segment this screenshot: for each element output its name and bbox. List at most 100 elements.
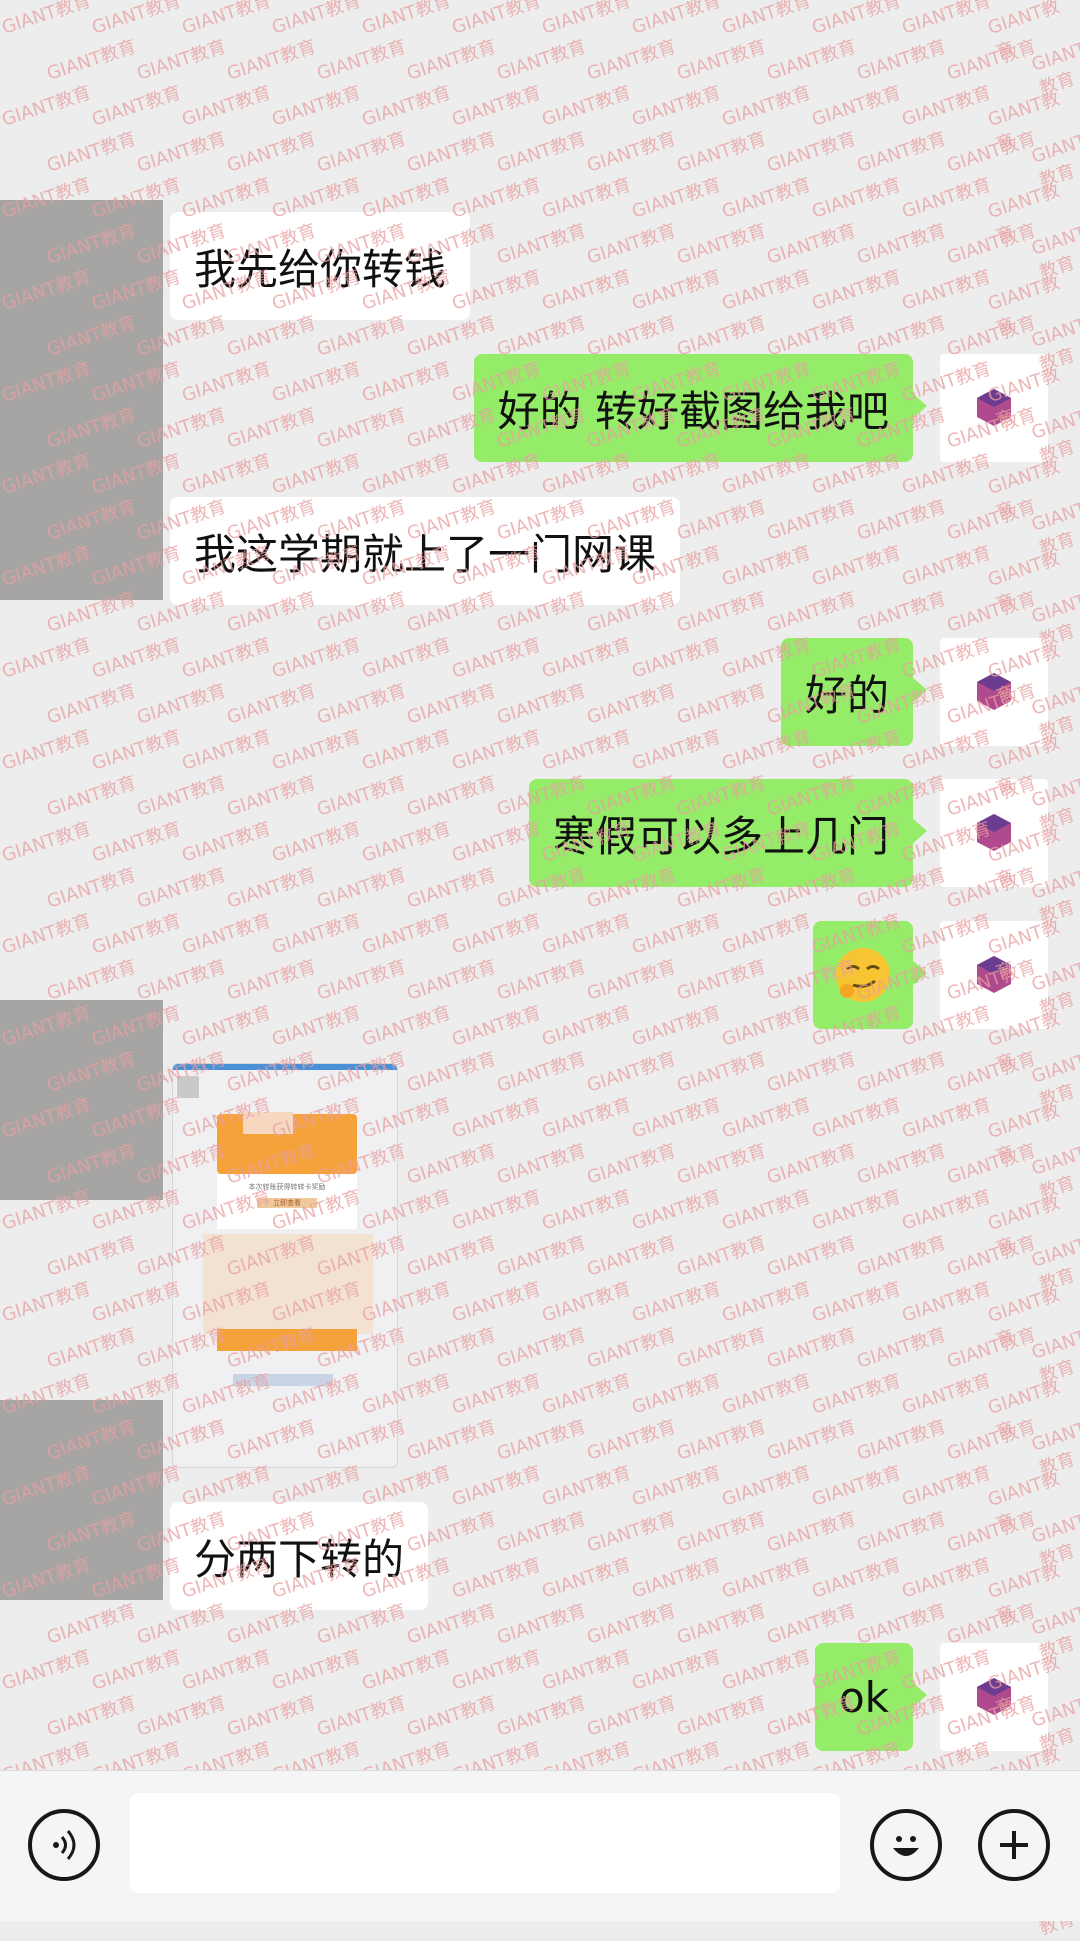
watermark-text: GIANT教育 (985, 1192, 1063, 1260)
watermark-text: GIANT教育 (494, 1140, 589, 1189)
watermark-text: GIANT教育 (764, 1140, 859, 1189)
watermark-text: GIANT教育 (584, 680, 679, 729)
watermark-text: GIANT教育 (764, 1508, 859, 1557)
watermark-text: GIANT教育 (404, 680, 499, 729)
watermark-text: GIANT教育 (359, 1646, 454, 1695)
watermark-text: GIANT教育 (89, 818, 184, 867)
incoming-message[interactable]: 我先给你转钱 (170, 212, 471, 320)
watermark-text: GIANT教育 (539, 726, 634, 775)
watermark-text: GIANT教育 (539, 1370, 634, 1419)
watermark-text: GIANT教育 (89, 0, 184, 39)
watermark-text: GIANT教育 (854, 1416, 949, 1465)
watermark-text: GIANT教育 (584, 1140, 679, 1189)
watermark-text: GIANT教育 (584, 1324, 679, 1373)
watermark-text: GIANT教育 (179, 726, 274, 775)
contact-avatar[interactable] (0, 1400, 163, 1600)
watermark-text: GIANT教育 (89, 1278, 184, 1327)
outgoing-message[interactable] (813, 921, 927, 1029)
watermark-text: GIANT教育 (719, 0, 814, 39)
watermark-text: GIANT教育 (449, 1462, 544, 1511)
watermark-text: GIANT教育 (269, 450, 364, 499)
more-button[interactable] (978, 1809, 1050, 1881)
watermark-text: GIANT教育 (985, 1560, 1063, 1628)
watermark-text: GIANT教育 (359, 358, 454, 407)
watermark-text: GIANT教育 (854, 128, 949, 177)
watermark-text: GIANT教育 (134, 36, 229, 85)
watermark-text: GIANT教育 (985, 1100, 1063, 1168)
watermark-text: GIANT教育 (134, 128, 229, 177)
watermark-text: GIANT教育 (944, 1140, 1039, 1189)
smirk-emoji-icon (836, 948, 890, 1002)
watermark-text: GIANT教育 (359, 818, 454, 867)
watermark-text: GIANT教育 (1029, 222, 1080, 284)
watermark-text: GIANT教育 (404, 1048, 499, 1097)
my-avatar[interactable] (940, 1643, 1048, 1751)
watermark-text: GIANT教育 (179, 358, 274, 407)
watermark-text: GIANT教育 (269, 634, 364, 683)
watermark-text: GIANT教育 (404, 1140, 499, 1189)
emoji-icon (893, 1836, 919, 1856)
watermark-text: GIANT教育 (985, 1284, 1063, 1352)
watermark-text: GIANT教育 (179, 634, 274, 683)
watermark-text: GIANT教育 (899, 1186, 994, 1235)
watermark-text: GIANT教育 (809, 174, 904, 223)
watermark-text: GIANT教育 (809, 1462, 904, 1511)
watermark-text: GIANT教育 (449, 726, 544, 775)
watermark-text: GIANT教育 (674, 1600, 769, 1649)
outgoing-message[interactable]: 好的 转好截图给我吧 (473, 354, 928, 462)
watermark-text: GIANT教育 (719, 1186, 814, 1235)
watermark-text: GIANT教育 (899, 542, 994, 591)
watermark-text: GIANT教育 (494, 1048, 589, 1097)
watermark-text: GIANT教育 (584, 1232, 679, 1281)
watermark-text: GIANT教育 (944, 1324, 1039, 1373)
watermark-text: GIANT教育 (674, 1140, 769, 1189)
incoming-message[interactable]: 分两下转的 (170, 1502, 429, 1610)
watermark-text: GIANT教育 (179, 910, 274, 959)
incoming-message[interactable]: 我这学期就上了一门网课 (170, 497, 681, 605)
outgoing-message[interactable]: 好的 (780, 638, 928, 746)
watermark-text: GIANT教育 (179, 1002, 274, 1051)
watermark-text: GIANT教育 (719, 1462, 814, 1511)
watermark-text: GIANT教育 (269, 0, 364, 39)
watermark-text: GIANT教育 (404, 128, 499, 177)
watermark-text: GIANT教育 (584, 1416, 679, 1465)
my-avatar[interactable] (940, 921, 1048, 1029)
watermark-text: GIANT教育 (359, 450, 454, 499)
my-avatar[interactable] (940, 354, 1048, 462)
watermark-text: GIANT教育 (944, 1232, 1039, 1281)
watermark-text: GIANT教育 (449, 1186, 544, 1235)
watermark-text: GIANT教育 (809, 542, 904, 591)
banner-text: 本次转账获得转转卡奖励 (248, 1183, 326, 1191)
watermark-text: GIANT教育 (629, 174, 724, 223)
watermark-text: GIANT教育 (629, 1186, 724, 1235)
watermark-text: GIANT教育 (539, 634, 634, 683)
outgoing-message[interactable]: 寒假可以多上几门 (528, 779, 928, 887)
watermark-text: GIANT教育 (134, 680, 229, 729)
watermark-text: GIANT教育 (899, 1094, 994, 1143)
watermark-text: GIANT教育 (674, 220, 769, 269)
input-bar (0, 1770, 1080, 1921)
watermark-text: GIANT教育 (44, 772, 139, 821)
watermark-text: GIANT教育 (1029, 1050, 1080, 1112)
my-avatar[interactable] (940, 638, 1048, 746)
image-message[interactable]: 本次转账获得转转卡奖励 立即查看 (172, 1063, 398, 1468)
watermark-text: GIANT教育 (764, 1416, 859, 1465)
watermark-text: GIANT教育 (44, 864, 139, 913)
watermark-text: GIANT教育 (584, 1048, 679, 1097)
watermark-text: GIANT教育 (269, 910, 364, 959)
watermark-text: GIANT教育 (314, 36, 409, 85)
watermark-text: GIANT教育 (179, 1646, 274, 1695)
watermark-text: GIANT教育 (674, 680, 769, 729)
watermark-text: GIANT教育 (269, 1646, 364, 1695)
outgoing-message[interactable]: ok (814, 1643, 928, 1751)
contact-avatar[interactable] (0, 1000, 163, 1200)
watermark-text: GIANT教育 (674, 1048, 769, 1097)
voice-button[interactable] (28, 1809, 100, 1881)
watermark-text: GIANT教育 (899, 1370, 994, 1419)
watermark-text: GIANT教育 (985, 1468, 1063, 1536)
my-avatar[interactable] (940, 779, 1048, 887)
watermark-text: GIANT教育 (854, 1232, 949, 1281)
message-input[interactable] (130, 1793, 840, 1893)
emoji-button[interactable] (870, 1809, 942, 1881)
contact-avatar[interactable] (0, 200, 163, 600)
